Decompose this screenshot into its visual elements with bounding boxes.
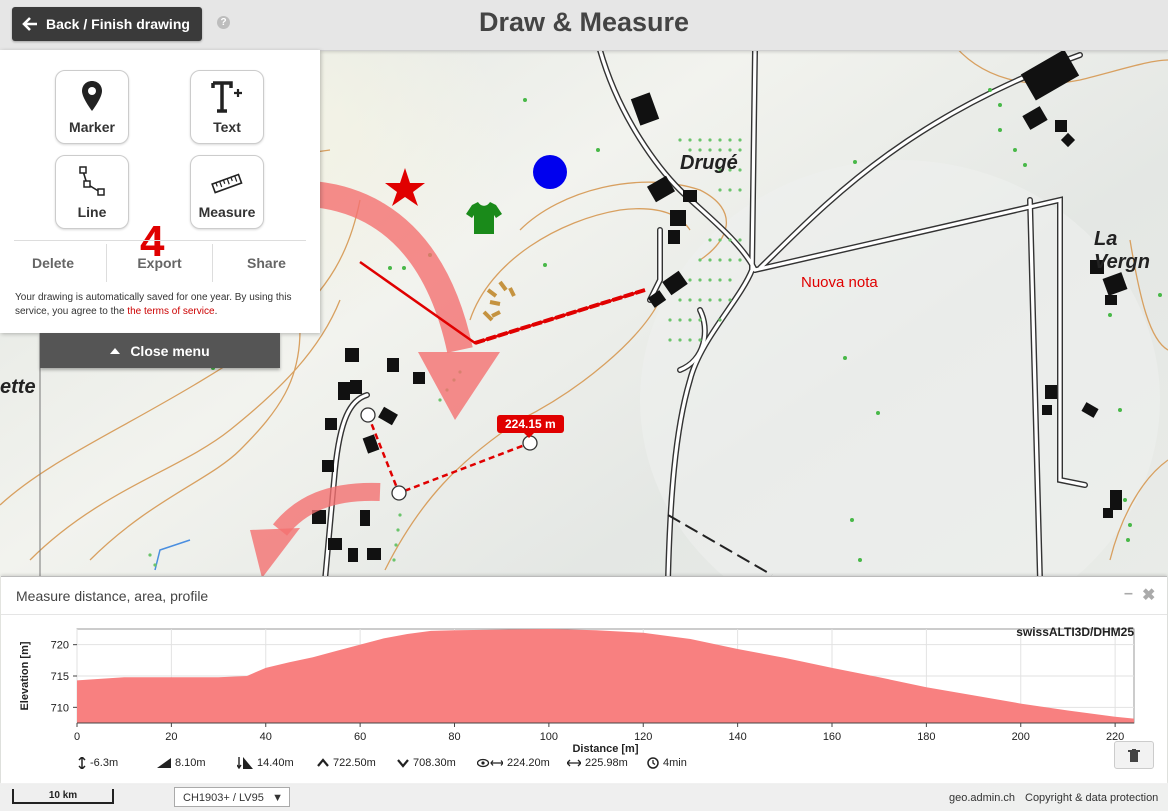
caret-up-icon	[110, 347, 121, 354]
text-tool-label: Text	[213, 119, 241, 135]
text-plus-icon	[191, 79, 263, 119]
ascent-icon	[157, 758, 171, 768]
place-label-ette: ette	[0, 376, 36, 398]
delete-profile-button[interactable]	[1114, 741, 1154, 769]
elevation-model-label: swissALTI3D/DHM25	[1016, 625, 1134, 639]
marker-pin-icon	[56, 79, 128, 119]
profile-title: Measure distance, area, profile	[16, 588, 209, 604]
x-tick-label: 160	[823, 731, 841, 743]
terms-of-service-link[interactable]: the terms of service	[127, 306, 214, 317]
bottom-bar: 10 km CH1903+ / LV95 ▼ geo.admin.ch Copy…	[0, 783, 1168, 811]
y-tick-label: 720	[51, 640, 69, 652]
stat-value: 14.40m	[257, 757, 294, 769]
elevation-diff-icon	[78, 757, 86, 769]
minimize-icon[interactable]: –	[1124, 585, 1133, 603]
measure-vertex-middle[interactable]	[391, 485, 407, 501]
descent-icon	[237, 757, 253, 769]
ruler-icon	[191, 164, 263, 204]
stat-horizontal-distance: 224.20m	[477, 757, 550, 769]
y-tick-label: 710	[51, 702, 69, 714]
line-tool-button[interactable]: Line	[55, 155, 129, 229]
close-menu-button[interactable]: Close menu	[40, 333, 280, 368]
measure-tool-button[interactable]: Measure	[190, 155, 264, 229]
copyright-link[interactable]: Copyright & data protection	[1025, 792, 1158, 804]
line-tool-label: Line	[77, 204, 107, 220]
x-tick-label: 140	[728, 731, 746, 743]
stat-value: 225.98m	[585, 757, 628, 769]
stat-ascent: 8.10m	[157, 757, 206, 769]
map-note-label[interactable]: Nuova nota	[801, 274, 878, 291]
text-tool-button[interactable]: Text	[190, 70, 264, 144]
elevation-profile-chart[interactable]: 0 20 40 60 80 100 120 140 160 180 200 220710715720 …	[1, 614, 1167, 764]
stat-slope-distance: 225.98m	[567, 757, 628, 769]
place-label-la-vergn: La Vergn	[1094, 228, 1150, 273]
stat-hiking-time: 4min	[647, 757, 687, 769]
x-tick-label: 60	[354, 731, 366, 743]
stat-value: 4min	[663, 757, 687, 769]
x-tick-label: 20	[165, 731, 177, 743]
x-tick-label: 40	[260, 731, 272, 743]
x-tick-label: 200	[1012, 731, 1030, 743]
stat-elevation-diff: -6.3m	[78, 757, 118, 769]
stat-value: -6.3m	[90, 757, 119, 769]
stat-value: 722.50m	[333, 757, 376, 769]
y-axis-label: Elevation [m]	[19, 641, 31, 710]
horizontal-distance-icon	[477, 758, 503, 768]
highest-point-icon	[317, 758, 329, 767]
geo-admin-link[interactable]: geo.admin.ch	[949, 792, 1015, 804]
projection-value: CH1903+ / LV95	[183, 792, 264, 804]
measure-vertex-end[interactable]	[522, 435, 538, 451]
marker-tool-button[interactable]: Marker	[55, 70, 129, 144]
stat-descent: 14.40m	[237, 757, 294, 769]
stat-value: 708.30m	[413, 757, 456, 769]
x-tick-label: 120	[634, 731, 652, 743]
top-bar: Back / Finish drawing ? Draw & Measure	[0, 0, 1168, 51]
x-tick-label: 180	[917, 731, 935, 743]
measure-tool-label: Measure	[198, 204, 256, 220]
close-menu-label: Close menu	[130, 342, 210, 359]
export-button[interactable]: Export	[107, 240, 212, 286]
projection-select[interactable]: CH1903+ / LV95 ▼	[174, 787, 290, 807]
save-notice: Your drawing is automatically saved for …	[15, 291, 310, 319]
x-tick-label: 0	[74, 731, 80, 743]
hiking-time-icon	[647, 757, 659, 769]
scale-bar: 10 km	[12, 789, 114, 804]
stat-value: 224.20m	[507, 757, 550, 769]
x-tick-label: 80	[448, 731, 460, 743]
measure-distance-tooltip: 224.15 m	[497, 415, 564, 438]
marker-tool-label: Marker	[69, 119, 115, 135]
profile-header: Measure distance, area, profile – ✖	[1, 577, 1167, 615]
stat-value: 8.10m	[175, 757, 206, 769]
lowest-point-icon	[397, 759, 409, 768]
slope-distance-icon	[567, 759, 581, 767]
trash-icon	[1128, 748, 1140, 762]
draw-panel: Marker Text Line 4 Measure Delete Export…	[0, 50, 320, 333]
x-axis-label: Distance [m]	[572, 743, 638, 755]
save-notice-end: .	[214, 306, 218, 317]
action-row: Delete Export Share	[0, 240, 320, 286]
profile-panel: Measure distance, area, profile – ✖ 0 20 4…	[1, 576, 1167, 784]
y-tick-label: 715	[51, 671, 69, 683]
place-label-druge: Drugé	[680, 152, 738, 174]
stat-lowest-point: 708.30m	[397, 757, 456, 769]
line-polyline-icon	[56, 164, 128, 204]
page-title: Draw & Measure	[478, 7, 690, 37]
delete-button[interactable]: Delete	[0, 240, 106, 286]
circle-marker-icon[interactable]	[533, 155, 567, 189]
stat-highest-point: 722.50m	[317, 757, 376, 769]
measure-vertex-start[interactable]	[360, 407, 376, 423]
chevron-down-icon: ▼	[272, 792, 283, 804]
close-icon[interactable]: ✖	[1142, 585, 1155, 605]
share-button[interactable]: Share	[213, 240, 320, 286]
x-tick-label: 100	[540, 731, 558, 743]
